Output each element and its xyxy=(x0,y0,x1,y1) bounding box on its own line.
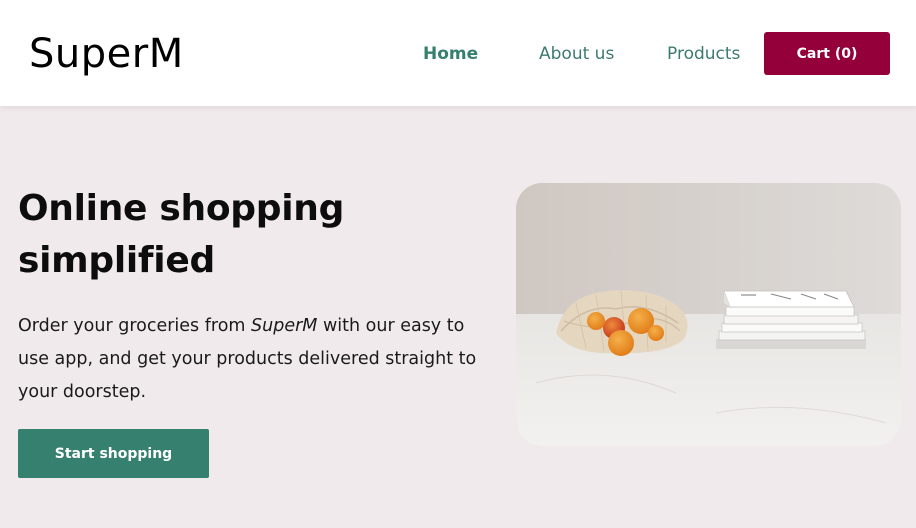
hero-brand-name: SuperM xyxy=(251,316,318,336)
nav-link-products[interactable]: Products xyxy=(667,43,740,65)
nav-link-home[interactable]: Home xyxy=(423,43,478,65)
start-shopping-button[interactable]: Start shopping xyxy=(18,429,209,478)
nav-link-about-us[interactable]: About us xyxy=(539,43,614,65)
cart-button[interactable]: Cart (0) xyxy=(764,32,890,75)
hero-title: Online shopping simplified xyxy=(18,188,345,281)
hero-text-before: Order your groceries from xyxy=(18,316,252,336)
logo[interactable]: SuperM xyxy=(29,30,184,78)
hero-description: Order your groceries from SuperM with ou… xyxy=(18,310,488,409)
hero-image xyxy=(516,183,901,446)
navbar: SuperM Home About us Products Cart (0) xyxy=(0,0,916,106)
